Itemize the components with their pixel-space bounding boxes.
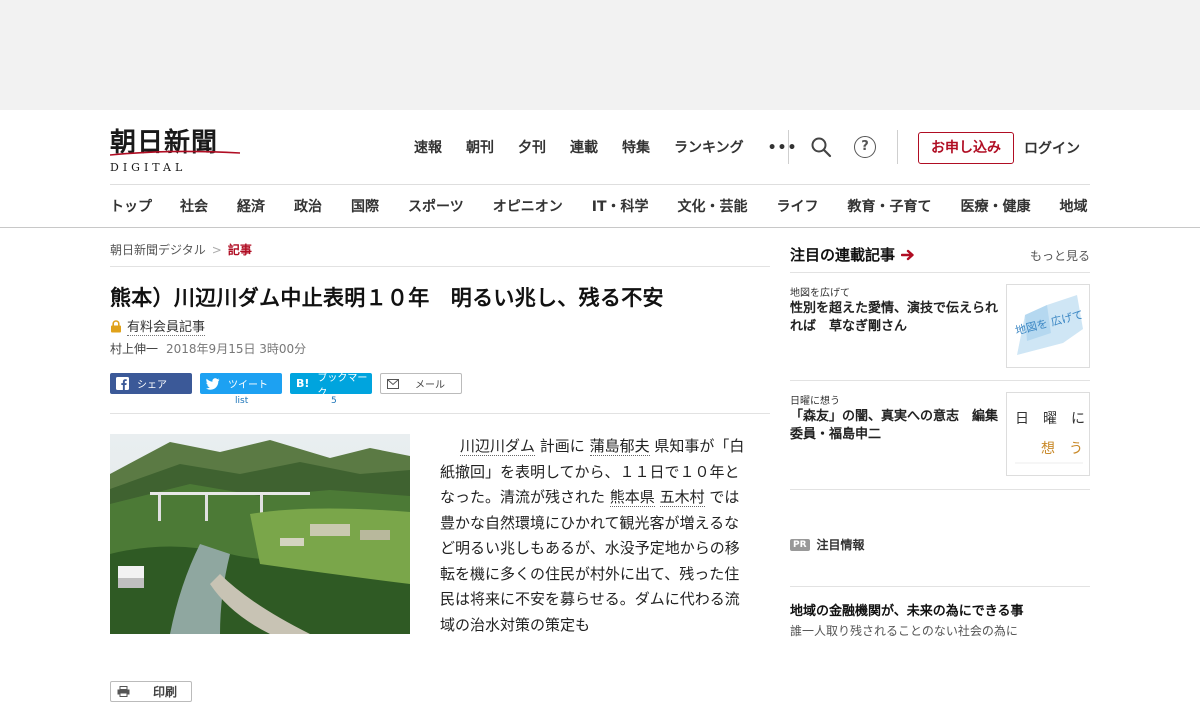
top-nav-features[interactable]: 特集 [622,138,650,158]
paid-badge[interactable]: 有料会員記事 [110,316,206,336]
category-international[interactable]: 国際 [351,196,379,216]
sidebar-heading-label: 注目の連載記事 [790,246,896,264]
series-thumbnail[interactable]: 地図を 広げて [1006,284,1090,368]
thumbnail-text: 日 曜 に [1015,411,1085,427]
facebook-icon [116,377,129,390]
body-text: では豊かな自然環境にひかれて観光客が増えるなど明るい兆しもあるが、水没予定地から… [440,488,740,634]
sidebar-heading[interactable]: 注目の連載記事 [790,244,915,265]
twitter-count[interactable]: list [235,396,248,406]
facebook-share-button[interactable]: シェア [110,373,192,394]
category-society[interactable]: 社会 [180,196,208,216]
logo-swoosh-icon [110,150,241,156]
breadcrumb-separator: > [211,243,222,257]
pr-section-heading: PR 注目情報 [790,536,865,553]
divider [110,266,770,267]
help-icon[interactable]: ? [854,136,876,158]
hatena-count[interactable]: 5 [331,396,337,406]
category-nav: トップ 社会 経済 政治 国際 スポーツ オピニオン IT・科学 文化・芸能 ラ… [110,196,1100,216]
keyword-link[interactable]: 蒲島郁夫 [589,437,650,456]
breadcrumb-home[interactable]: 朝日新聞デジタル [110,243,206,257]
top-nav-morning[interactable]: 朝刊 [466,138,494,158]
article-meta: 村上伸一 2018年9月15日 3時00分 [110,340,306,357]
category-opinion[interactable]: オピニオン [493,196,563,216]
category-culture[interactable]: 文化・芸能 [678,196,748,216]
signup-button[interactable]: お申し込み [918,132,1014,164]
twitter-share-button[interactable]: ツイート [200,373,282,394]
category-economy[interactable]: 経済 [237,196,265,216]
series-card[interactable]: 日曜に想う 「森友」の闇、真実への意志 編集委員・福島申二 日 曜 に 想 う [790,392,1090,478]
top-nav-ranking[interactable]: ランキング [674,138,744,158]
series-label: 日曜に想う [790,396,840,407]
keyword-link[interactable]: 川辺川ダム [460,437,536,456]
search-icon[interactable] [810,136,832,158]
thumbnail-text: 想 う [1041,441,1083,457]
ad-banner-area [0,0,1200,110]
divider [790,586,1090,587]
category-region[interactable]: 地域 [1060,196,1088,216]
top-nav-series[interactable]: 連載 [570,138,598,158]
mail-label: メール [415,380,445,391]
publish-date: 2018年9月15日 3時00分 [166,342,307,356]
divider [790,380,1090,381]
category-health[interactable]: 医療・健康 [961,196,1031,216]
logo-english: DIGITAL [110,161,187,174]
series-title[interactable]: 性別を超えた愛情、演技で伝えられれば 草なぎ剛さん [790,300,1000,336]
top-nav-evening[interactable]: 夕刊 [518,138,546,158]
hatena-bookmark-button[interactable]: B! ブックマーク [290,373,372,399]
more-link[interactable]: もっと見る [1030,247,1090,264]
hatena-icon: B! [296,377,310,390]
mail-icon [387,378,399,389]
site-logo[interactable]: 朝日新聞 DIGITAL [110,122,242,174]
divider [897,130,898,164]
share-counts: list 5 [110,396,380,408]
series-thumbnail[interactable]: 日 曜 に 想 う [1006,392,1090,476]
hatena-bookmark-label: ブックマーク [317,372,368,399]
keyword-link[interactable]: 五木村 [659,488,705,507]
category-education[interactable]: 教育・子育て [848,196,932,216]
divider [790,272,1090,273]
pr-article-title[interactable]: 地域の金融機関が、未来の為にできる事 [790,600,1023,619]
site-header: 朝日新聞 DIGITAL 速報 朝刊 夕刊 連載 特集 ランキング ••• ? … [0,110,1200,228]
author: 村上伸一 [110,342,159,356]
print-label: 印刷 [153,685,178,699]
divider [790,489,1090,490]
category-sports[interactable]: スポーツ [408,196,464,216]
top-nav: 速報 朝刊 夕刊 連載 特集 ランキング ••• [414,138,821,158]
series-title[interactable]: 「森友」の闇、真実への意志 編集委員・福島申二 [790,408,1000,444]
category-life[interactable]: ライフ [777,196,819,216]
pr-badge: PR [790,538,810,551]
twitter-share-label: ツイート [228,380,268,391]
pr-label: 注目情報 [816,538,865,552]
header-divider [110,184,1090,185]
print-icon [117,686,130,697]
category-top[interactable]: トップ [110,196,152,216]
facebook-share-label: シェア [137,380,167,391]
body-text: 計画に [539,437,585,455]
login-link[interactable]: ログイン [1024,138,1080,158]
arrow-right-icon [901,249,914,260]
series-card[interactable]: 地図を広げて 性別を超えた愛情、演技で伝えられれば 草なぎ剛さん 地図を 広げて [790,284,1090,370]
breadcrumb: 朝日新聞デジタル > 記事 [110,241,252,258]
category-it-science[interactable]: IT・科学 [592,196,649,216]
breadcrumb-current: 記事 [227,243,252,257]
more-menu-icon[interactable]: ••• [768,138,798,158]
print-button[interactable]: 印刷 [110,681,192,702]
divider [110,413,770,414]
keyword-link[interactable]: 熊本県 [609,488,655,507]
article-photo[interactable] [110,434,410,634]
divider [788,130,789,164]
series-label: 地図を広げて [790,288,850,299]
article-body: 川辺川ダム 計画に 蒲島郁夫 県知事が「白紙撤回」を表明してから、１１日で１０年… [440,434,750,638]
lock-icon [111,319,121,332]
mail-share-button[interactable]: メール [380,373,462,394]
pr-article-subtitle[interactable]: 誰一人取り残されることのない社会の為に [790,622,1018,639]
top-nav-breaking[interactable]: 速報 [414,138,442,158]
share-bar: シェア ツイート B! ブックマーク メール 印刷 [110,373,462,702]
article-title: 熊本）川辺川ダム中止表明１０年 明るい兆し、残る不安 [110,286,664,310]
category-politics[interactable]: 政治 [294,196,322,216]
twitter-icon [206,377,220,390]
paid-label: 有料会員記事 [127,316,206,336]
